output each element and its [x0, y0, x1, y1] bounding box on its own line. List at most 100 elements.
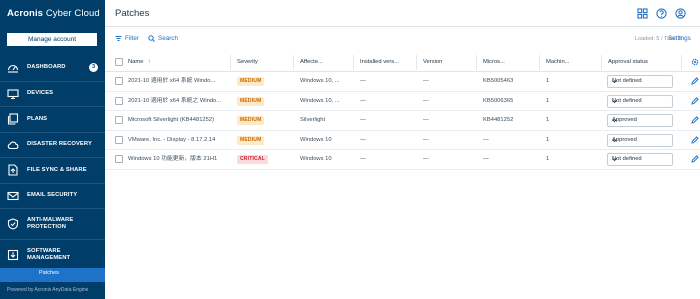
cell-machines: 1 [546, 156, 550, 163]
plans-icon [7, 113, 19, 125]
column-header-version[interactable]: Version [423, 53, 442, 72]
sidebar-subitem-label: Patches [39, 270, 59, 276]
chevron-down-icon [612, 99, 617, 104]
table-row[interactable]: 2021-10 適用於 x64 系統之 Windo... MEDIUM Window… [105, 92, 700, 112]
table-row[interactable]: VMware, Inc. - Display - 8.17.2.14 MEDIUM… [105, 131, 700, 151]
brand-logo: Acronis Cyber Cloud [7, 8, 100, 19]
select-all-checkbox[interactable] [115, 58, 123, 66]
column-divider[interactable] [230, 55, 231, 70]
edit-icon[interactable] [691, 96, 699, 105]
sidebar-item-devices[interactable]: DEVICES [0, 80, 105, 107]
chevron-down-icon [612, 157, 617, 162]
row-checkbox[interactable] [115, 135, 123, 144]
column-header-installed-version[interactable]: Installed vers... [360, 53, 399, 72]
table-body: 2021-10 適用於 x64 系統 Windo... MEDIUM Windows… [105, 72, 700, 170]
cell-affected: Windows 10 [300, 136, 332, 143]
column-divider[interactable] [539, 55, 540, 70]
column-header-severity[interactable]: Severity [237, 53, 258, 72]
sidebar-item-plans[interactable]: PLANS [0, 106, 105, 132]
row-checkbox[interactable] [115, 77, 123, 85]
column-divider[interactable] [681, 55, 682, 70]
chevron-down-icon [612, 79, 617, 84]
edit-icon[interactable] [691, 155, 699, 164]
settings-link[interactable]: Settings [668, 35, 691, 42]
sidebar-item-label: SOFTWARE MANAGEMENT [27, 248, 71, 261]
cell-affected: Windows 10 [300, 156, 332, 163]
cell-machines: 1 [546, 97, 550, 104]
dashboard-icon [7, 62, 19, 74]
cell-name: Windows 10 功能更新，版本 21H1 [128, 156, 218, 163]
cell-affected: Windows 10, ... [300, 78, 340, 84]
sidebar-item-disaster-recovery[interactable]: DISASTER RECOVERY [0, 131, 105, 158]
sidebar-item-software-management[interactable]: SOFTWARE MANAGEMENT [0, 239, 105, 270]
sidebar-subitem-patches[interactable]: Patches [0, 268, 105, 282]
edit-icon[interactable] [691, 136, 699, 144]
cell-microsoft-kb: KB5006365 [483, 97, 514, 104]
sidebar-item-label: FILE SYNC & SHARE [27, 166, 87, 173]
row-checkbox[interactable] [115, 155, 123, 164]
cell-affected: Windows 10, ... [300, 97, 340, 104]
column-header-approval-status[interactable]: Approval status [608, 53, 648, 72]
severity-badge: CRITICAL [237, 155, 268, 165]
chevron-down-icon [612, 118, 617, 123]
cell-version: — [423, 156, 429, 163]
sidebar-item-file-sync[interactable]: FILE SYNC & SHARE [0, 157, 105, 183]
approval-status-select[interactable]: Approved [607, 114, 673, 128]
help-icon[interactable] [656, 8, 667, 19]
column-divider[interactable] [353, 55, 354, 70]
column-header-microsoft[interactable]: Micros... [483, 53, 505, 72]
column-divider[interactable] [293, 55, 294, 70]
cloud-icon [7, 139, 19, 151]
page-title: Patches [115, 8, 150, 19]
shield-icon [7, 218, 19, 230]
grid-icon[interactable] [637, 8, 648, 19]
table-header: Name ↑ Severity Affecte... Installed vers… [105, 53, 700, 72]
cell-microsoft-kb: KB5005463 [483, 78, 514, 84]
cell-name: Microsoft Silverlight (KB4481252) [128, 117, 215, 124]
sidebar-item-label: DEVICES [27, 90, 54, 97]
approval-status-select[interactable]: Not defined [607, 75, 673, 88]
main-content: Patches Filter Search Loaded: 5 / Total:… [105, 0, 700, 299]
approval-status-select[interactable]: Not defined [607, 153, 673, 167]
sidebar-item-label: ANTI-MALWARE PROTECTION [27, 217, 74, 230]
cell-name: 2021-10 適用於 x64 系統之 Windo... [128, 97, 222, 104]
cell-name: 2021-10 適用於 x64 系統 Windo... [128, 78, 216, 84]
column-header-name[interactable]: Name ↑ [128, 53, 150, 72]
row-checkbox[interactable] [115, 116, 123, 125]
sidebar-item-email-security[interactable]: EMAIL SECURITY [0, 182, 105, 209]
cell-microsoft-kb: — [483, 156, 489, 163]
column-divider[interactable] [416, 55, 417, 70]
approval-status-select[interactable]: Approved [607, 133, 673, 147]
notification-badge: 3 [89, 63, 98, 72]
severity-badge: MEDIUM [237, 135, 265, 145]
column-divider[interactable] [476, 55, 477, 70]
table-row[interactable]: Microsoft Silverlight (KB4481252) MEDIUM S… [105, 111, 700, 131]
sidebar-item-dashboard[interactable]: DASHBOARD 3 [0, 55, 105, 81]
cell-name: VMware, Inc. - Display - 8.17.2.14 [128, 136, 216, 143]
filter-button[interactable]: Filter [115, 35, 139, 42]
edit-icon[interactable] [691, 116, 699, 124]
sidebar-item-label: PLANS [27, 115, 48, 122]
cell-machines: 1 [546, 117, 550, 124]
row-checkbox[interactable] [115, 96, 123, 105]
cell-version: — [423, 97, 429, 104]
edit-icon[interactable] [691, 77, 699, 85]
approval-status-select[interactable]: Not defined [607, 94, 673, 108]
cell-machines: 1 [546, 136, 550, 143]
cell-installed-version: — [360, 136, 366, 143]
table-row[interactable]: 2021-10 適用於 x64 系統 Windo... MEDIUM Windows… [105, 72, 700, 92]
column-divider[interactable] [601, 55, 602, 70]
sidebar-item-anti-malware[interactable]: ANTI-MALWARE PROTECTION [0, 208, 105, 239]
column-settings-gear-icon[interactable] [691, 58, 699, 66]
monitor-icon [7, 88, 19, 100]
sidebar-item-label: DISASTER RECOVERY [27, 141, 92, 148]
toolbar: Filter Search Loaded: 5 / Total: 5 Setti… [105, 33, 700, 46]
manage-account-button[interactable]: Manage account [7, 33, 97, 46]
top-bar: Patches [105, 0, 700, 27]
column-header-affected[interactable]: Affecte... [300, 53, 323, 72]
search-button[interactable]: Search [148, 35, 178, 42]
severity-badge: MEDIUM [237, 77, 265, 86]
table-row[interactable]: Windows 10 功能更新，版本 21H1 CRITICAL Windows 1… [105, 150, 700, 170]
account-icon[interactable] [675, 8, 686, 19]
column-header-machines[interactable]: Machin... [546, 53, 570, 72]
